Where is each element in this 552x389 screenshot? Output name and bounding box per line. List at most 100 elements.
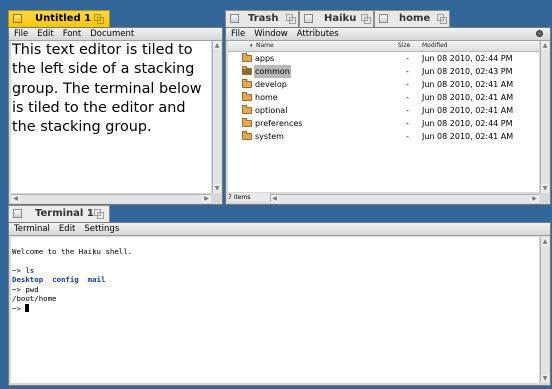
tab-haiku[interactable]: Haiku bbox=[299, 10, 374, 28]
zoom-box-icon[interactable] bbox=[437, 14, 447, 24]
file-name-selected: common bbox=[254, 65, 291, 78]
editor-tab[interactable]: Untitled 1 bbox=[8, 10, 110, 28]
pwd-output: /boot/home bbox=[12, 294, 57, 303]
dir-entry: mail bbox=[87, 275, 106, 284]
folder-icon bbox=[242, 53, 252, 62]
scroll-down-icon[interactable]: ▼ bbox=[541, 374, 549, 383]
command-line: ~> ls bbox=[12, 265, 35, 275]
sort-arrow-icon: ▾ bbox=[250, 43, 253, 49]
editor-menubar: File Edit Font Document bbox=[9, 28, 222, 41]
menu-attributes[interactable]: Attributes bbox=[297, 29, 339, 39]
column-modified[interactable]: Modified bbox=[422, 41, 448, 51]
scroll-right-icon[interactable]: ▶ bbox=[202, 195, 211, 203]
tracker-hscrollbar[interactable]: ◀ ▶ bbox=[270, 194, 539, 203]
list-item[interactable]: apps - Jun 08 2010, 02:44 PM bbox=[228, 52, 539, 65]
column-name[interactable]: Name bbox=[256, 41, 274, 51]
terminal-title: Terminal 1 bbox=[35, 208, 94, 219]
terminal-tab[interactable]: Terminal 1 bbox=[8, 205, 110, 223]
file-size: - bbox=[406, 132, 409, 141]
file-size: - bbox=[406, 93, 409, 102]
scroll-down-icon[interactable]: ▼ bbox=[541, 184, 549, 193]
column-header: ▾ Name Size Modified bbox=[228, 41, 539, 52]
file-size: - bbox=[406, 54, 409, 63]
tab-home-label: home bbox=[399, 13, 431, 24]
terminal-menubar: Terminal Edit Settings bbox=[9, 223, 550, 236]
prompt-line: ~> bbox=[12, 303, 539, 314]
file-modified: Jun 08 2010, 02:41 AM bbox=[422, 132, 514, 141]
zoom-box-icon[interactable] bbox=[361, 14, 371, 24]
scroll-left-icon[interactable]: ◀ bbox=[270, 195, 279, 203]
zoom-box-icon[interactable] bbox=[94, 209, 104, 219]
list-item[interactable]: develop - Jun 08 2010, 02:41 AM bbox=[228, 78, 539, 91]
file-name: preferences bbox=[255, 119, 303, 128]
file-modified: Jun 08 2010, 02:41 AM bbox=[422, 93, 514, 102]
scroll-up-icon[interactable]: ▲ bbox=[541, 41, 549, 50]
scroll-right-icon[interactable]: ▶ bbox=[530, 195, 539, 203]
file-name: develop bbox=[255, 80, 287, 89]
zoom-box-icon[interactable] bbox=[286, 14, 296, 24]
menu-font[interactable]: Font bbox=[63, 29, 82, 39]
file-modified: Jun 08 2010, 02:44 PM bbox=[422, 54, 513, 63]
tab-trash[interactable]: Trash bbox=[225, 10, 299, 28]
menu-terminal[interactable]: Terminal bbox=[14, 224, 50, 234]
text-cursor bbox=[25, 303, 30, 312]
list-item[interactable]: preferences - Jun 08 2010, 02:44 PM bbox=[228, 117, 539, 130]
file-size: - bbox=[406, 67, 409, 76]
tab-trash-label: Trash bbox=[248, 13, 279, 24]
editor-vscrollbar[interactable]: ▲ ▼ bbox=[212, 41, 221, 193]
menu-edit[interactable]: Edit bbox=[37, 29, 53, 39]
file-name: system bbox=[255, 132, 284, 141]
menu-file[interactable]: File bbox=[14, 29, 28, 39]
close-box-icon[interactable] bbox=[13, 14, 22, 23]
welcome-line: Welcome to the Haiku shell. bbox=[12, 246, 133, 256]
folder-icon bbox=[242, 105, 252, 114]
file-size: - bbox=[406, 80, 409, 89]
list-item[interactable]: common - Jun 08 2010, 02:43 PM bbox=[228, 65, 539, 78]
scroll-left-icon[interactable]: ◀ bbox=[11, 195, 20, 203]
tracker-vscrollbar[interactable]: ▲ ▼ bbox=[540, 41, 549, 193]
menu-window[interactable]: Window bbox=[254, 29, 288, 39]
column-size[interactable]: Size bbox=[398, 41, 410, 51]
menu-file[interactable]: File bbox=[231, 29, 245, 39]
editor-window: File Edit Font Document This text editor is… bbox=[8, 27, 223, 205]
prompt: ~> bbox=[12, 303, 26, 313]
editor-text-area[interactable]: This text editor is tiled to the left si… bbox=[11, 41, 211, 193]
terminal-window: Terminal Edit Settings Welcome to the Haik… bbox=[8, 222, 551, 386]
file-list: apps - Jun 08 2010, 02:44 PM common - Jun 08… bbox=[228, 52, 539, 192]
close-box-icon[interactable] bbox=[379, 14, 388, 23]
close-box-icon[interactable] bbox=[304, 14, 313, 23]
menu-edit[interactable]: Edit bbox=[59, 224, 75, 234]
menu-settings[interactable]: Settings bbox=[84, 224, 119, 234]
folder-icon bbox=[242, 79, 252, 88]
folder-icon bbox=[242, 66, 252, 75]
list-item[interactable]: system - Jun 08 2010, 02:41 AM bbox=[228, 130, 539, 143]
file-name: home bbox=[255, 93, 278, 102]
scroll-down-icon[interactable]: ▼ bbox=[213, 184, 221, 193]
terminal-output[interactable]: Welcome to the Haiku shell. ~> ls Deskto… bbox=[11, 237, 539, 383]
list-item[interactable]: home - Jun 08 2010, 02:41 AM bbox=[228, 91, 539, 104]
folder-icon bbox=[242, 92, 252, 101]
list-item[interactable]: optional - Jun 08 2010, 02:41 AM bbox=[228, 104, 539, 117]
close-box-icon[interactable] bbox=[13, 209, 22, 218]
folder-icon bbox=[242, 131, 252, 140]
tab-home[interactable]: home bbox=[374, 10, 450, 28]
file-modified: Jun 08 2010, 02:41 AM bbox=[422, 80, 514, 89]
menu-document[interactable]: Document bbox=[90, 29, 134, 39]
file-size: - bbox=[406, 106, 409, 115]
editor-title: Untitled 1 bbox=[35, 13, 92, 24]
zoom-box-icon[interactable] bbox=[94, 14, 104, 24]
scroll-up-icon[interactable]: ▲ bbox=[213, 41, 221, 50]
close-box-icon[interactable] bbox=[230, 14, 239, 23]
file-size: - bbox=[406, 119, 409, 128]
folder-icon bbox=[242, 118, 252, 127]
file-name: optional bbox=[255, 106, 288, 115]
gear-icon[interactable] bbox=[536, 30, 543, 37]
editor-hscrollbar[interactable]: ◀ ▶ bbox=[11, 194, 211, 203]
item-count-status: 7 items bbox=[228, 193, 271, 202]
dir-entry: config bbox=[52, 275, 79, 284]
terminal-vscrollbar[interactable]: ▲ ▼ bbox=[540, 237, 549, 383]
file-modified: Jun 08 2010, 02:43 PM bbox=[422, 67, 513, 76]
scroll-up-icon[interactable]: ▲ bbox=[541, 237, 549, 246]
